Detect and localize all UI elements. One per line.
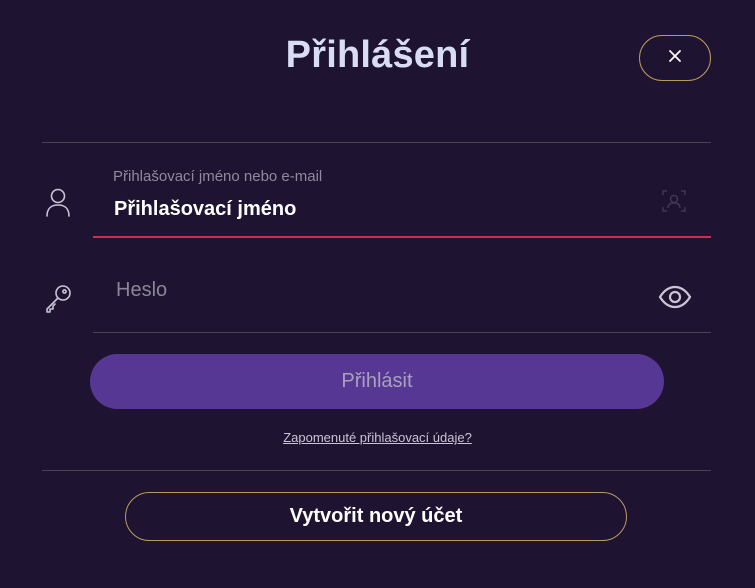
forgot-credentials-link[interactable]: Zapomenuté přihlašovací údaje? [0, 430, 755, 445]
top-divider [42, 142, 711, 143]
username-input[interactable]: Přihlašovací jméno [114, 198, 296, 221]
login-button[interactable]: Přihlásit [90, 354, 664, 409]
username-underline [93, 236, 711, 238]
contact-autofill-icon[interactable] [660, 188, 688, 214]
eye-icon[interactable] [657, 282, 693, 312]
username-label: Přihlašovací jméno nebo e-mail [113, 168, 323, 185]
close-icon [668, 49, 682, 68]
login-dialog: Přihlášení Přihlašovací jméno nebo e-mai… [0, 0, 755, 588]
close-button[interactable] [639, 35, 711, 81]
password-input[interactable]: Heslo [116, 279, 167, 302]
password-underline [93, 332, 711, 333]
create-account-button[interactable]: Vytvořit nový účet [125, 492, 627, 541]
user-icon [42, 184, 74, 220]
bottom-divider [42, 470, 711, 471]
key-icon [42, 282, 74, 314]
